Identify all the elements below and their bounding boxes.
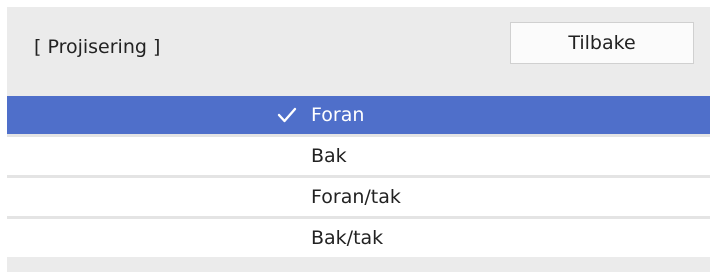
option-rear[interactable]: Bak <box>7 137 710 178</box>
projection-options-list: Foran Bak Foran/tak Bak/tak <box>7 96 710 257</box>
checkmark-icon <box>277 107 297 123</box>
option-front-ceiling[interactable]: Foran/tak <box>7 178 710 219</box>
option-label: Foran/tak <box>311 186 401 208</box>
menu-header: [ Projisering ] Tilbake <box>7 7 710 94</box>
option-rear-ceiling[interactable]: Bak/tak <box>7 219 710 257</box>
option-label: Bak <box>311 145 347 167</box>
back-button[interactable]: Tilbake <box>510 22 694 64</box>
page-title: [ Projisering ] <box>34 36 161 58</box>
option-label: Foran <box>311 104 365 126</box>
projection-menu-panel: [ Projisering ] Tilbake Foran Bak Foran/… <box>7 7 710 272</box>
option-front[interactable]: Foran <box>7 96 710 137</box>
option-label: Bak/tak <box>311 227 384 249</box>
